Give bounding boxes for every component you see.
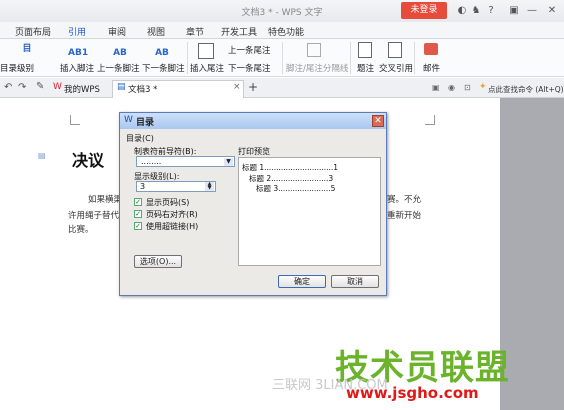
mail-button[interactable]: 邮件 (423, 62, 440, 74)
preview-line-3: 标题 3......................5 (256, 184, 336, 193)
redo-icon[interactable]: ↷ (18, 82, 26, 93)
caption-icon (358, 42, 372, 58)
dialog-close-icon[interactable]: ✕ (372, 115, 384, 127)
cloud-icon[interactable]: ◉ (448, 83, 455, 92)
options-button[interactable]: 选项(O)... (134, 255, 182, 268)
login-button[interactable]: 未登录 (401, 2, 447, 19)
format-brush-icon[interactable]: ✎ (36, 81, 44, 92)
cancel-button[interactable]: 取消 (331, 275, 379, 288)
endnote-icon (198, 43, 214, 59)
insert-endnote-button[interactable]: 插入尾注 (190, 62, 224, 74)
dialog-title: 目录 (136, 118, 155, 128)
next-endnote-button[interactable]: 下一条尾注 (228, 62, 271, 74)
body-text: 许用绳子替代 (68, 211, 120, 221)
wps-logo-icon: W (53, 82, 62, 92)
cross-reference-button[interactable]: 交叉引用 (379, 62, 413, 74)
hyperlink-label: 使用超链接(H) (146, 222, 199, 231)
mail-icon (424, 43, 438, 55)
ok-button[interactable]: 确定 (278, 275, 326, 288)
spinner-arrows-icon[interactable]: ▲ ▼ (205, 182, 214, 191)
body-text: 如果横渠 (88, 195, 123, 205)
tab-document-label: 文档3 * (128, 85, 158, 95)
tab-special[interactable]: 特色功能 (268, 25, 304, 38)
right-align-label: 页码右对齐(R) (146, 210, 198, 219)
close-tab-icon[interactable]: × (233, 82, 241, 92)
tab-view[interactable]: 视图 (147, 25, 165, 38)
leader-select[interactable]: ........ ▼ (136, 156, 235, 167)
share-icon[interactable]: ▣ (432, 83, 440, 92)
undo-icon[interactable]: ↶ (4, 82, 12, 93)
leader-select-value: ........ (141, 157, 162, 166)
tab-chapter[interactable]: 章节 (186, 25, 204, 38)
margin-corner (425, 115, 435, 125)
hyperlink-checkbox[interactable]: ✓ (134, 222, 142, 230)
document-heading: 决议 (72, 151, 105, 170)
insert-footnote-button[interactable]: 插入脚注 (60, 62, 94, 74)
ribbon-divider (350, 42, 351, 74)
new-tab-icon[interactable]: + (248, 80, 258, 94)
ribbon-divider (414, 42, 415, 74)
margin-corner (70, 115, 80, 125)
minimize-icon[interactable]: — (525, 4, 539, 17)
ribbon-divider (187, 42, 188, 74)
toc-group-label: 目录(C) (126, 134, 154, 143)
skin-icon[interactable]: ◐ (455, 4, 469, 17)
toc-level-button[interactable]: 目录级别 (0, 62, 34, 74)
right-align-checkbox[interactable]: ✓ (134, 210, 142, 218)
tab-developer[interactable]: 开发工具 (221, 25, 257, 38)
show-page-checkbox[interactable]: ✓ (134, 198, 142, 206)
dialog-app-icon: W (124, 115, 133, 125)
toc-dialog: W 目录 ✕ 目录(C) 制表符前导符(B): ........ ▼ 显示级别(… (119, 112, 387, 296)
next-footnote-icon: AB (155, 48, 169, 58)
tab-review[interactable]: 审阅 (108, 25, 126, 38)
watermark-site: 三联网 3LIAN.COM (272, 378, 388, 393)
shirt-icon[interactable]: ♞ (469, 4, 483, 17)
paragraph-marker-icon: ▤ (38, 151, 46, 160)
body-text: 赛。不允 (387, 195, 422, 205)
separator-icon (307, 43, 321, 57)
level-spinner[interactable]: 3 ▲ ▼ (136, 181, 216, 192)
ribbon-divider (282, 42, 283, 74)
doc-icon: ▤ (117, 82, 126, 92)
level-value: 3 (140, 182, 146, 191)
close-window-icon[interactable]: ✕ (545, 4, 559, 17)
prev-footnote-icon: AB (113, 48, 127, 58)
insert-footnote-icon: AB1 (68, 48, 89, 58)
cross-ref-icon (388, 42, 402, 58)
print-preview-label: 打印预览 (238, 147, 270, 156)
toc-level-icon: 目 (22, 44, 32, 54)
bulb-icon: ✦ (479, 82, 487, 92)
caption-button[interactable]: 题注 (357, 62, 374, 74)
body-text: 重新开始 (387, 211, 422, 221)
tab-page-layout[interactable]: 页面布局 (15, 25, 51, 38)
show-page-label: 显示页码(S) (146, 198, 190, 207)
toc-preview-box: 标题 1.............................1 标题 2.… (238, 157, 381, 266)
help-icon[interactable]: ? (484, 4, 498, 17)
lock-icon[interactable]: ⊡ (464, 83, 471, 92)
tab-my-wps[interactable]: 我的WPS (64, 83, 100, 95)
body-text: 比赛。 (68, 225, 94, 235)
next-footnote-button[interactable]: 下一条脚注 (142, 62, 185, 74)
prev-footnote-button[interactable]: 上一条脚注 (97, 62, 140, 74)
dialog-title-bar[interactable]: W 目录 (120, 113, 386, 129)
footnote-separator-button[interactable]: 脚注/尾注分隔线 (286, 62, 348, 74)
preview-line-1: 标题 1.............................1 (242, 163, 339, 172)
command-search[interactable]: 点此查找命令 (Alt+Q) (488, 84, 564, 95)
chevron-down-icon[interactable]: ▼ (224, 158, 233, 166)
restore-icon[interactable]: ▣ (507, 4, 521, 17)
prev-endnote-button[interactable]: 上一条尾注 (228, 44, 271, 56)
